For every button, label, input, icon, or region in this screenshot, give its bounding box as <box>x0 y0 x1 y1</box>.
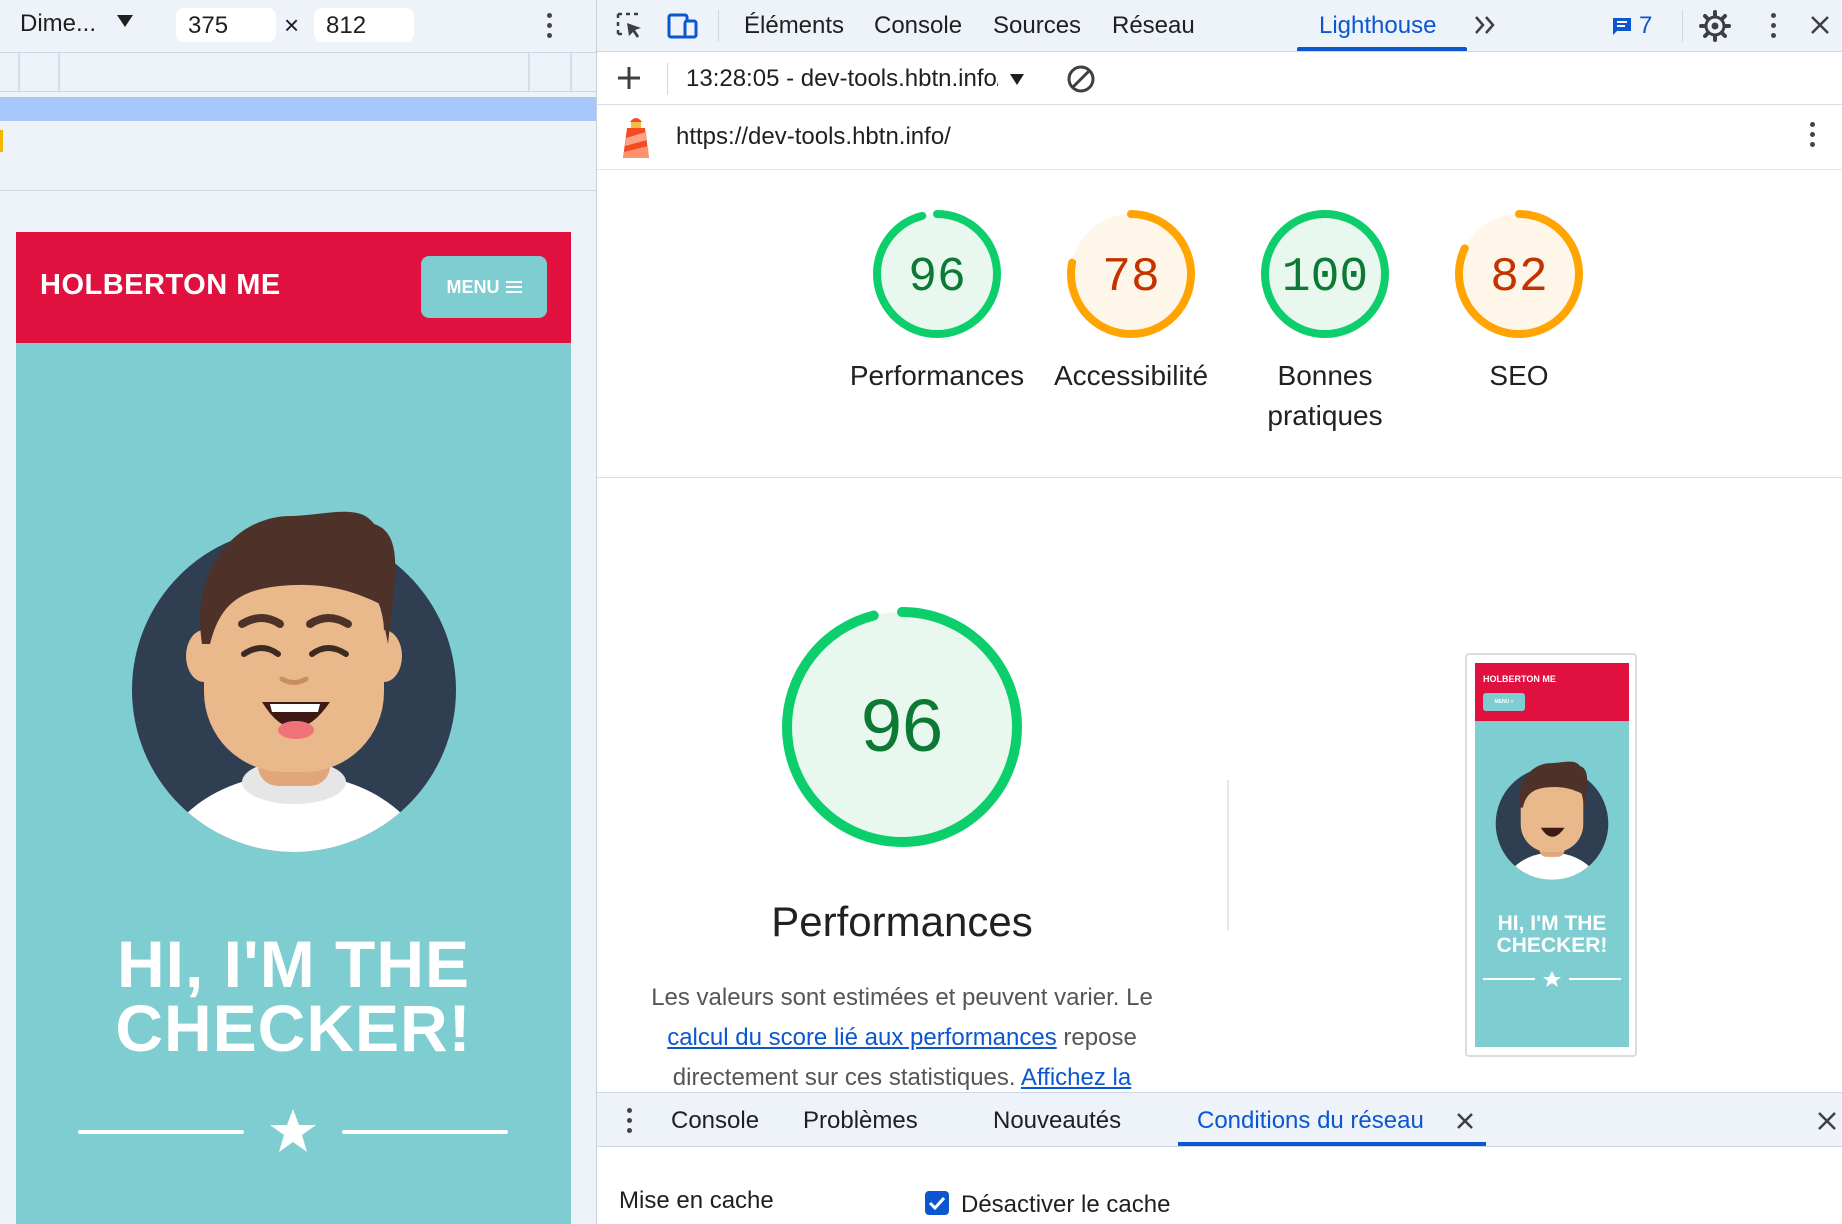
hero-title-line1: HI, I'M THE <box>116 927 471 1001</box>
performance-score-large: 96 <box>861 684 943 767</box>
drawer-more-options-icon[interactable] <box>626 1108 632 1134</box>
close-tab-icon[interactable] <box>1456 1112 1474 1130</box>
toolbar-divider <box>0 190 596 191</box>
report-url[interactable]: https://dev-tools.hbtn.info/ <box>676 123 951 151</box>
gauge-performance-label: Performances <box>849 360 1025 391</box>
new-report-plus-icon[interactable] <box>615 64 643 92</box>
media-query-bar[interactable] <box>0 97 596 121</box>
gauge-best-practices-score: 100 <box>1282 251 1368 305</box>
vertical-divider <box>1227 780 1229 930</box>
avatar <box>132 511 456 852</box>
gauge-seo-score: 82 <box>1490 251 1548 305</box>
thumbnail-avatar <box>1495 761 1609 880</box>
report-select[interactable]: 13:28:05 - dev-tools.hbtn.info/ <box>686 65 998 93</box>
disable-cache-label[interactable]: Désactiver le cache <box>961 1191 1170 1219</box>
device-toolbar-icon[interactable] <box>667 11 699 41</box>
media-query-ruler[interactable] <box>0 52 596 92</box>
star-divider <box>78 1106 508 1156</box>
width-input[interactable]: 375 <box>176 8 276 42</box>
emulated-viewport: HOLBERTON ME MENU HI, I'M THE CHECKER! <box>16 232 571 1224</box>
devtools-panel: Éléments Console Sources Réseau Lighthou… <box>597 0 1842 1224</box>
tab-console[interactable]: Console <box>874 12 962 40</box>
report-url-bar: https://dev-tools.hbtn.info/ <box>597 106 1842 170</box>
gauge-accessibility-label: Accessibilité <box>1053 360 1209 391</box>
thumbnail-title: HI, I'M THE CHECKER! <box>1496 912 1608 957</box>
gauge-accessibility[interactable]: 78 Accessibilité <box>1031 208 1231 396</box>
section-divider <box>597 477 1842 478</box>
view-treemap-link[interactable]: Affichez la <box>1021 1064 1131 1091</box>
hero-title-line2: CHECKER! <box>115 991 472 1065</box>
clear-reports-icon[interactable] <box>1065 63 1097 95</box>
tab-elements[interactable]: Éléments <box>744 12 844 40</box>
dimensions-dropdown-icon[interactable] <box>117 15 133 27</box>
performance-title: Performances <box>771 898 1033 945</box>
hamburger-icon <box>505 278 522 296</box>
gauge-best-practices-label: Bonnes pratiques <box>1267 360 1383 431</box>
performance-description: Les valeurs sont estimées et peuvent var… <box>651 984 1153 1091</box>
thumbnail-brand: HOLBERTON ME <box>1483 674 1556 684</box>
more-tabs-chevron-icon[interactable] <box>1473 14 1499 36</box>
divider-line-left <box>78 1130 244 1134</box>
issues-count: 7 <box>1639 12 1653 39</box>
tab-lighthouse[interactable]: Lighthouse <box>1319 12 1436 40</box>
drawer-tab-console[interactable]: Console <box>671 1107 759 1135</box>
height-input[interactable]: 812 <box>314 8 414 42</box>
disable-cache-checkbox[interactable] <box>925 1191 949 1215</box>
devtools-tab-bar: Éléments Console Sources Réseau Lighthou… <box>597 0 1842 52</box>
site-brand[interactable]: HOLBERTON ME <box>40 269 281 302</box>
devtools-more-options-icon[interactable] <box>1770 13 1776 39</box>
checkmark-icon <box>928 1196 946 1211</box>
drawer-tab-network-conditions[interactable]: Conditions du réseau <box>1197 1107 1424 1135</box>
gauge-best-practices[interactable]: 100 Bonnes pratiques <box>1225 208 1425 436</box>
thumbnail-star-divider <box>1483 971 1621 987</box>
issues-counter[interactable]: 7 <box>1611 12 1652 40</box>
hero-title: HI, I'M THE CHECKER! <box>16 927 571 1065</box>
cache-section-label: Mise en cache <box>619 1187 774 1214</box>
device-more-options-icon[interactable] <box>546 13 552 39</box>
gauge-seo-label: SEO <box>1489 360 1549 391</box>
inspect-element-icon[interactable] <box>615 11 645 41</box>
settings-gear-icon[interactable] <box>1699 10 1731 42</box>
gauge-accessibility-score: 78 <box>1102 251 1160 305</box>
thumbnail-menu: MENU ≡ <box>1483 693 1525 711</box>
drawer-active-tab-indicator <box>1178 1142 1486 1146</box>
tab-network[interactable]: Réseau <box>1112 12 1195 40</box>
media-query-marker <box>0 130 3 152</box>
gauge-performance-score: 96 <box>908 251 966 305</box>
star-icon <box>270 1109 316 1152</box>
bottom-drawer: Console Problèmes Nouveautés Conditions … <box>597 1092 1842 1224</box>
dimensions-select[interactable]: Dime... <box>20 10 96 38</box>
drawer-tab-bar: Console Problèmes Nouveautés Conditions … <box>597 1093 1842 1147</box>
site-header: HOLBERTON ME MENU <box>16 232 571 343</box>
menu-label: MENU <box>446 276 500 297</box>
device-emulation-pane: Dime... 375 × 812 HOLBERTON ME MENU HI, … <box>0 0 596 1224</box>
dimension-separator: × <box>284 10 300 40</box>
gauge-performance[interactable]: 96 Performances <box>837 208 1037 396</box>
report-more-options-icon[interactable] <box>1809 122 1815 148</box>
page-screenshot-thumbnail[interactable]: HOLBERTON ME MENU ≡ HI, I'M THE CHECKER! <box>1465 653 1637 1057</box>
device-toolbar: Dime... 375 × 812 <box>0 0 596 50</box>
message-icon <box>1613 18 1631 35</box>
divider-line-right <box>342 1130 508 1134</box>
drawer-tab-whats-new[interactable]: Nouveautés <box>993 1107 1121 1135</box>
active-tab-indicator <box>1297 47 1467 51</box>
score-calculation-link[interactable]: calcul du score lié aux performances <box>667 1024 1057 1051</box>
performance-gauge-large: 96 <box>782 607 1022 847</box>
report-dropdown-icon[interactable] <box>1010 74 1024 85</box>
lighthouse-logo-icon <box>623 118 649 158</box>
menu-button[interactable]: MENU <box>421 256 547 318</box>
lighthouse-toolbar: 13:28:05 - dev-tools.hbtn.info/ <box>597 53 1842 105</box>
close-devtools-icon[interactable] <box>1809 14 1831 36</box>
drawer-tab-issues[interactable]: Problèmes <box>803 1107 918 1135</box>
close-drawer-icon[interactable] <box>1816 1110 1838 1132</box>
tab-sources[interactable]: Sources <box>993 12 1081 40</box>
gauge-seo[interactable]: 82 SEO <box>1419 208 1619 396</box>
